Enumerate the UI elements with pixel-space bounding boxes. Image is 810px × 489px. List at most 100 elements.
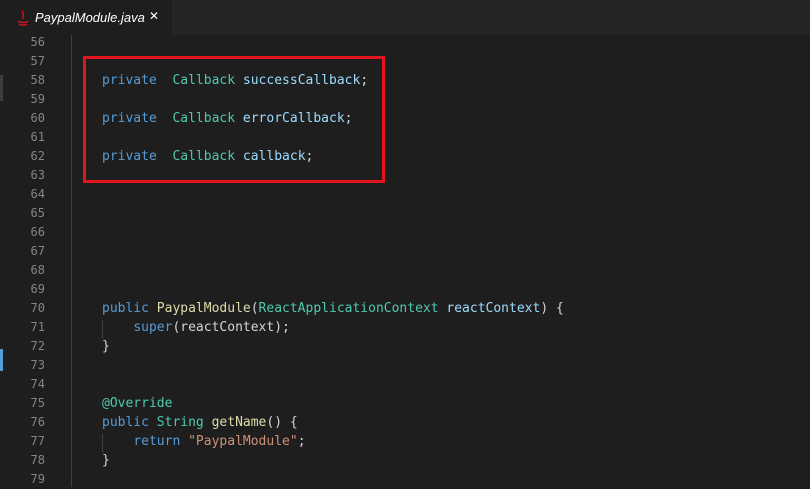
code-line[interactable]: 67 (0, 242, 810, 261)
code-token: "PaypalModule" (188, 434, 298, 449)
code-text: private Callback successCallback; (102, 71, 368, 90)
code-token: reactContext (446, 301, 541, 316)
code-token: ; (305, 149, 314, 164)
code-text: public PaypalModule(ReactApplicationCont… (102, 299, 564, 318)
code-line[interactable]: 77 return "PaypalModule"; (0, 432, 810, 451)
code-line[interactable]: 59 (0, 90, 810, 109)
code-line[interactable]: 73 (0, 356, 810, 375)
code-line[interactable]: 58 private Callback successCallback; (0, 71, 810, 90)
code-token: public (102, 415, 149, 430)
code-line[interactable]: 63 (0, 166, 810, 185)
code-line[interactable]: 56 (0, 33, 810, 52)
code-token: Callback (172, 149, 236, 164)
code-line[interactable]: 74 (0, 375, 810, 394)
code-token: () { (266, 415, 298, 430)
line-number: 61 (30, 130, 45, 144)
code-line[interactable]: 71 super(reactContext); (0, 318, 810, 337)
code-line[interactable]: 76 public String getName() { (0, 413, 810, 432)
code-token: ) { (540, 301, 564, 316)
line-number: 72 (30, 339, 45, 353)
line-number: 60 (30, 111, 45, 125)
code-token: @Override (102, 396, 173, 411)
code-text: private Callback errorCallback; (102, 109, 352, 128)
code-token: ; (297, 434, 306, 449)
code-line[interactable]: 60 private Callback errorCallback; (0, 109, 810, 128)
code-line[interactable]: 70 public PaypalModule(ReactApplicationCo… (0, 299, 810, 318)
line-number: 76 (30, 415, 45, 429)
line-number: 57 (30, 54, 45, 68)
line-number: 64 (30, 187, 45, 201)
line-number: 67 (30, 244, 45, 258)
line-number: 70 (30, 301, 45, 315)
line-number: 69 (30, 282, 45, 296)
close-icon[interactable]: ✕ (149, 9, 159, 23)
line-number: 78 (30, 453, 45, 467)
code-token: Callback (172, 111, 236, 126)
code-token: ; (360, 73, 369, 88)
code-token: private (102, 111, 157, 126)
code-token: return (133, 434, 181, 449)
line-number: 75 (30, 396, 45, 410)
code-line[interactable]: 72} (0, 337, 810, 356)
code-line[interactable]: 78} (0, 451, 810, 470)
code-token: public (102, 301, 149, 316)
code-text: public String getName() { (102, 413, 298, 432)
code-text: return "PaypalModule"; (102, 432, 306, 451)
code-line[interactable]: 69 (0, 280, 810, 299)
code-editor[interactable]: 56 57 58 private Callback successCallback; 5… (0, 35, 810, 487)
code-line[interactable]: 64 (0, 185, 810, 204)
line-number: 66 (30, 225, 45, 239)
code-text: @Override (102, 394, 172, 413)
code-token: private (102, 73, 157, 88)
line-number: 63 (30, 168, 45, 182)
line-number: 56 (30, 35, 45, 49)
code-line[interactable]: 62 private Callback callback; (0, 147, 810, 166)
code-text: super(reactContext); (102, 318, 290, 337)
code-line[interactable]: 57 (0, 52, 810, 71)
code-text: private Callback callback; (102, 147, 313, 166)
code-token: getName (211, 415, 267, 430)
code-token: private (102, 149, 157, 164)
line-number: 59 (30, 92, 45, 106)
code-token: ( (250, 301, 259, 316)
code-line[interactable]: 68 (0, 261, 810, 280)
java-icon (17, 10, 29, 26)
code-token: callback (242, 149, 306, 164)
code-token: ReactApplicationContext (258, 301, 439, 316)
tab-title: PaypalModule.java (35, 10, 145, 25)
line-number: 71 (30, 320, 45, 334)
code-token: ; (344, 111, 353, 126)
code-text: } (102, 451, 110, 470)
editor-tab-bar: PaypalModule.java ✕ (0, 0, 810, 35)
code-line[interactable]: 61 (0, 128, 810, 147)
line-number: 73 (30, 358, 45, 372)
code-token: (reactContext); (172, 320, 290, 335)
code-line[interactable]: 66 (0, 223, 810, 242)
code-token: Callback (172, 73, 236, 88)
line-number: 62 (30, 149, 45, 163)
code-token: } (102, 453, 110, 468)
code-text: } (102, 337, 110, 356)
code-token: errorCallback (242, 111, 345, 126)
line-number: 79 (30, 472, 45, 486)
code-token: String (156, 415, 204, 430)
code-line[interactable]: 75 @Override (0, 394, 810, 413)
code-line[interactable]: 79 (0, 470, 810, 489)
line-number: 68 (30, 263, 45, 277)
code-token: } (102, 339, 110, 354)
code-line[interactable]: 65 (0, 204, 810, 223)
line-number: 77 (30, 434, 45, 448)
line-number: 74 (30, 377, 45, 391)
tab-paypalmodule-java[interactable]: PaypalModule.java ✕ (0, 0, 172, 35)
